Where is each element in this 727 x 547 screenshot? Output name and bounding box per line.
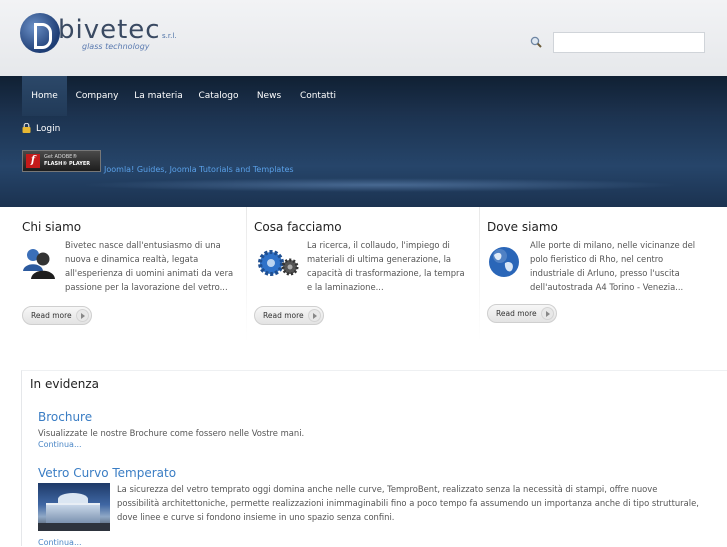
column-text: La ricerca, il collaudo, l'impiego di ma… [307, 240, 465, 292]
article-text: La sicurezza del vetro temprato oggi dom… [117, 484, 699, 522]
article-image [38, 483, 110, 531]
nav-item-home[interactable]: Home [22, 76, 67, 116]
search-icon[interactable] [530, 36, 542, 48]
column-cosa-facciamo: Cosa facciamo La ricerca, il collaudo, l… [254, 207, 474, 342]
column-text: Alle porte di milano, nelle vicinanze de… [530, 240, 696, 292]
column-dove-siamo: Dove siamo Alle porte di milano, nelle v… [487, 207, 717, 342]
column-title: Dove siamo [487, 220, 558, 234]
column-divider [246, 207, 247, 342]
read-more-label: Read more [31, 311, 72, 320]
arrow-right-icon [541, 307, 554, 320]
arrow-right-icon [308, 309, 321, 322]
get-flash-player-badge[interactable]: f Get ADOBE® FLASH® PLAYER [22, 150, 101, 172]
hero-banner [0, 116, 727, 207]
flash-badge-line1: Get ADOBE® [44, 154, 78, 160]
read-more-label: Read more [496, 309, 537, 318]
search-input[interactable] [553, 32, 705, 53]
lock-icon [22, 123, 31, 133]
users-icon [23, 249, 55, 279]
column-text: Bivetec nasce dall'entusiasmo di una nuo… [65, 240, 234, 292]
article-text: Visualizzate le nostre Brochure come fos… [38, 428, 305, 438]
nav-item-news[interactable]: News [247, 76, 291, 116]
image-ground [38, 523, 110, 531]
read-more-button[interactable]: Read more [487, 304, 557, 323]
column-divider [479, 207, 480, 342]
logo-tagline: glass technology [82, 42, 150, 51]
flash-icon: f [26, 154, 40, 168]
article-title-vetro-curvo[interactable]: Vetro Curvo Temperato [38, 466, 176, 480]
logo-name: bivetec [58, 15, 161, 45]
logo-suffix: s.r.l. [162, 32, 177, 40]
nav-item-la-materia[interactable]: La materia [127, 76, 190, 116]
globe-icon [489, 247, 519, 277]
arrow-right-icon [76, 309, 89, 322]
featured-section: In evidenza Brochure Visualizzate le nos… [21, 370, 727, 547]
column-title: Chi siamo [22, 220, 82, 234]
continue-link[interactable]: Continua... [38, 538, 82, 547]
read-more-label: Read more [263, 311, 304, 320]
nav-item-contatti[interactable]: Contatti [291, 76, 345, 116]
main-navigation: Home Company La materia Catalogo News Co… [0, 76, 727, 116]
article-title-brochure[interactable]: Brochure [38, 410, 92, 424]
continue-link[interactable]: Continua... [38, 440, 82, 449]
flash-badge-line2: FLASH® PLAYER [44, 161, 91, 167]
column-title: Cosa facciamo [254, 220, 342, 234]
column-chi-siamo: Chi siamo Bivetec nasce dall'entusiasmo … [22, 207, 242, 342]
read-more-button[interactable]: Read more [22, 306, 92, 325]
login-label: Login [36, 124, 61, 134]
gears-icon [258, 250, 299, 276]
intro-columns: Chi siamo Bivetec nasce dall'entusiasmo … [0, 207, 727, 347]
banner-glow [80, 178, 680, 192]
logo-emblem-icon [20, 13, 60, 53]
section-title: In evidenza [30, 377, 100, 391]
site-header: bivetec s.r.l. glass technology [0, 0, 727, 76]
site-logo[interactable]: bivetec s.r.l. glass technology [20, 13, 190, 57]
nav-item-company[interactable]: Company [67, 76, 127, 116]
login-link[interactable]: Login [22, 123, 60, 135]
read-more-button[interactable]: Read more [254, 306, 324, 325]
nav-item-catalogo[interactable]: Catalogo [190, 76, 247, 116]
joomla-link[interactable]: Joomla! Guides, Joomla Tutorials and Tem… [104, 165, 294, 174]
